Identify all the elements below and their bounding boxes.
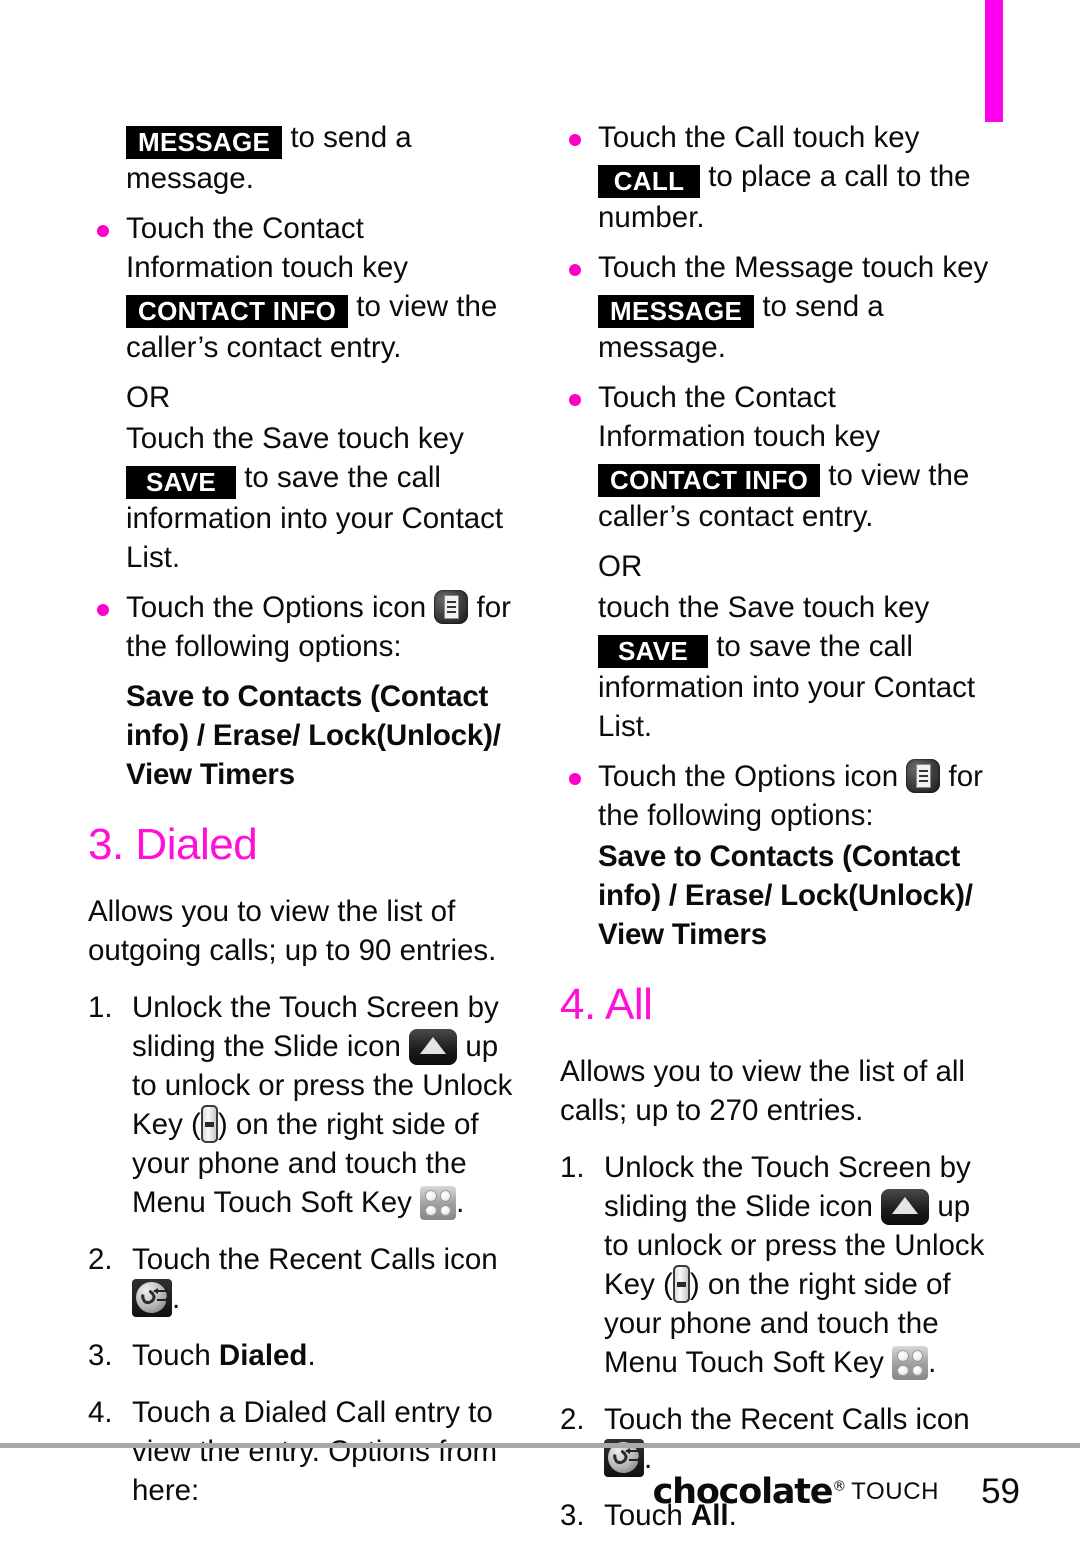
dialed-step-3-number: 3.: [88, 1339, 113, 1372]
registered-trademark-icon: ®: [832, 1478, 846, 1495]
or-label-right: OR: [598, 550, 643, 583]
message-key-badge-right[interactable]: MESSAGE: [598, 295, 755, 328]
save-pre-text-right: touch the Save touch key: [598, 591, 930, 624]
contact-info-key-badge[interactable]: CONTACT INFO: [126, 295, 349, 328]
footer-divider-rule: [0, 1443, 1080, 1448]
all-step-1-number: 1.: [560, 1151, 585, 1184]
or-label-left: OR: [126, 381, 171, 414]
all-intro: Allows you to view the list of all calls…: [560, 1055, 965, 1127]
brand-logo-chocolate: chocolate®: [652, 1472, 847, 1512]
page-number: 59: [981, 1472, 1020, 1511]
dialed-intro: Allows you to view the list of outgoing …: [88, 895, 497, 967]
message-pre-text: Touch the Message touch key: [598, 251, 989, 284]
options-list-left: Save to Contacts (Contact info) / Erase/…: [126, 680, 501, 791]
save-key-badge[interactable]: SAVE: [126, 466, 236, 499]
dialed-step-2-period: .: [172, 1282, 181, 1315]
page-footer: chocolate® TOUCH 59: [0, 1462, 1080, 1522]
dialed-step-3-period: .: [307, 1339, 316, 1372]
save-key-badge-right[interactable]: SAVE: [598, 635, 708, 668]
all-step-2-text: Touch the Recent Calls icon: [604, 1403, 970, 1436]
slide-icon[interactable]: [409, 1029, 458, 1065]
all-step-2-number: 2.: [560, 1403, 585, 1436]
save-key-paragraph-right: touch the Save touch key SAVE to save th…: [560, 588, 990, 746]
slide-icon-right[interactable]: [881, 1189, 930, 1225]
left-column: MESSAGE to send a message. Touch the Con…: [88, 118, 518, 1521]
dialed-step-4-number: 4.: [88, 1396, 113, 1429]
dialed-step-3-bold: Dialed: [218, 1339, 308, 1372]
dialed-step-2: 2. Touch the Recent Calls icon .: [88, 1240, 518, 1318]
contact-info-pre-text-right: Touch the Contact Information touch key: [598, 381, 881, 453]
right-column: Touch the Call touch key CALL to place a…: [560, 118, 990, 1546]
dialed-step-1: 1. Unlock the Touch Screen by sliding th…: [88, 988, 518, 1222]
dialed-step-3-text: Touch: [132, 1339, 219, 1372]
options-icon-sheet-right: [916, 764, 932, 788]
message-key-continuation: MESSAGE to send a message.: [88, 118, 518, 198]
dialed-step-3: 3. Touch Dialed.: [88, 1336, 518, 1375]
options-icon[interactable]: [434, 590, 469, 624]
contact-info-key-badge-right[interactable]: CONTACT INFO: [598, 464, 821, 497]
all-step-1-text-d: .: [928, 1346, 937, 1379]
contact-info-pre-text: Touch the Contact Information touch key: [126, 212, 409, 284]
call-pre-text: Touch the Call touch key: [598, 121, 920, 154]
menu-soft-key-icon-right[interactable]: [892, 1346, 929, 1380]
save-pre-text: Touch the Save touch key: [126, 422, 464, 455]
unlock-key-icon-right[interactable]: [672, 1265, 690, 1303]
dialed-step-1-number: 1.: [88, 991, 113, 1024]
call-key-badge[interactable]: CALL: [598, 165, 700, 198]
options-pre-text: Touch the Options icon: [126, 591, 427, 624]
section-heading-all: 4. All: [560, 980, 653, 1029]
dialed-step-1-text-d: .: [456, 1186, 465, 1219]
message-key-badge[interactable]: MESSAGE: [126, 126, 283, 159]
section-heading-dialed: 3. Dialed: [88, 820, 258, 869]
save-key-paragraph-left: Touch the Save touch key SAVE to save th…: [88, 419, 518, 577]
dialed-step-2-text: Touch the Recent Calls icon: [132, 1243, 498, 1276]
call-key-bullet: Touch the Call touch key CALL to place a…: [560, 118, 990, 237]
contact-info-bullet: Touch the Contact Information touch key …: [88, 209, 518, 367]
options-icon-right[interactable]: [906, 759, 941, 793]
options-icon-bullet-left: Touch the Options icon for the following…: [88, 588, 518, 666]
menu-soft-key-icon[interactable]: [420, 1186, 457, 1220]
all-step-1: 1. Unlock the Touch Screen by sliding th…: [560, 1148, 990, 1382]
options-pre-text-right: Touch the Options icon: [598, 760, 899, 793]
recent-calls-icon[interactable]: [132, 1279, 172, 1317]
brand-logo-touch: TOUCH: [851, 1478, 940, 1505]
dialed-step-2-number: 2.: [88, 1243, 113, 1276]
options-icon-sheet: [444, 595, 460, 619]
unlock-key-icon[interactable]: [200, 1105, 218, 1143]
options-list-right: Save to Contacts (Contact info) / Erase/…: [598, 840, 973, 951]
page-edge-tab-marker: [985, 0, 1003, 122]
message-key-bullet: Touch the Message touch key MESSAGE to s…: [560, 248, 990, 367]
options-icon-bullet-right: Touch the Options icon for the following…: [560, 757, 990, 835]
contact-info-bullet-right: Touch the Contact Information touch key …: [560, 378, 990, 536]
